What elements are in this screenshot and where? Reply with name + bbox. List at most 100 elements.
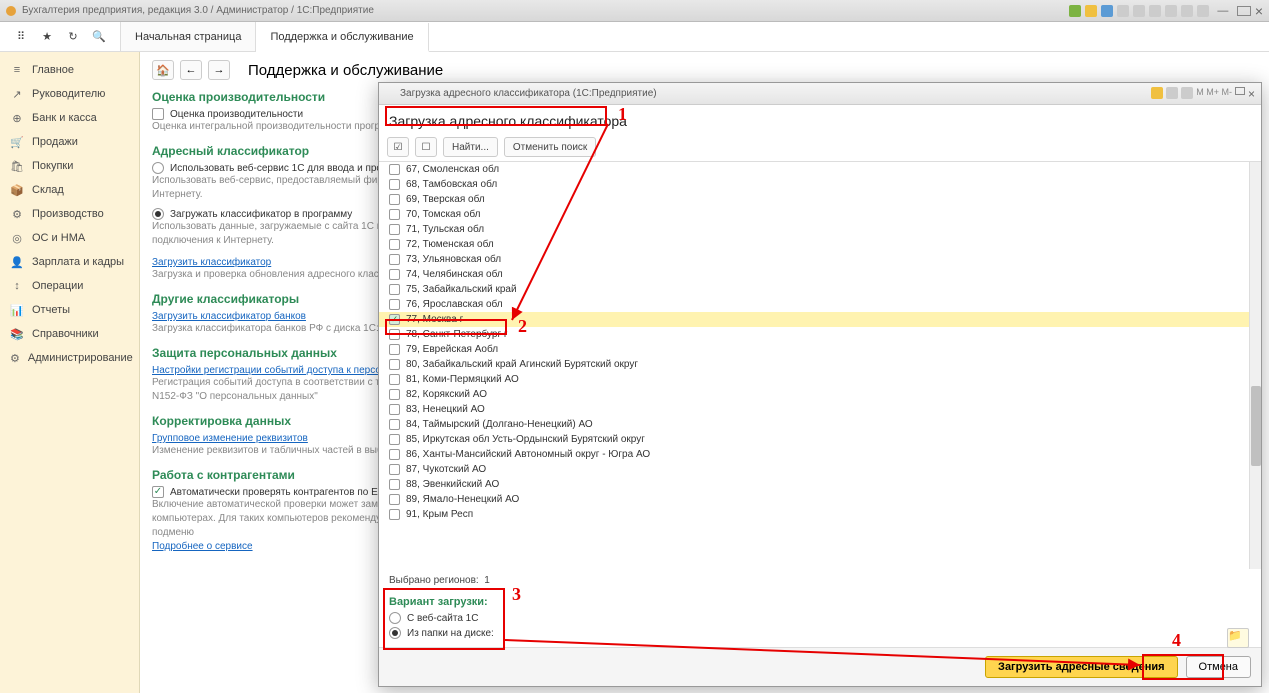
region-row[interactable]: 75, Забайкальский край <box>379 282 1261 297</box>
find-button[interactable]: Найти... <box>443 137 498 157</box>
load-addresses-button[interactable]: Загрузить адресные сведения <box>985 656 1177 678</box>
region-row[interactable]: 74, Челябинская обл <box>379 267 1261 282</box>
region-checkbox[interactable] <box>389 239 400 250</box>
uncheck-all-button[interactable]: ☐ <box>415 137 437 157</box>
region-checkbox[interactable] <box>389 254 400 265</box>
sidebar-item-3[interactable]: 🛒Продажи <box>0 130 139 154</box>
sidebar-item-1[interactable]: ↗Руководителю <box>0 82 139 106</box>
region-row[interactable]: 88, Эвенкийский АО <box>379 477 1261 492</box>
cancel-search-button[interactable]: Отменить поиск <box>504 137 596 157</box>
region-row[interactable]: 86, Ханты-Мансийский Автономный округ - … <box>379 447 1261 462</box>
region-checkbox[interactable] <box>389 434 400 445</box>
addr-radio-load[interactable] <box>152 208 164 220</box>
region-row[interactable]: 77, Москва г <box>379 312 1261 327</box>
apps-icon[interactable]: ⠿ <box>12 28 30 46</box>
variant-radio-disk[interactable] <box>389 627 401 639</box>
sidebar-item-8[interactable]: 👤Зарплата и кадры <box>0 250 139 274</box>
region-checkbox[interactable] <box>389 329 400 340</box>
region-row[interactable]: 89, Ямало-Ненецкий АО <box>379 492 1261 507</box>
addr-radio-load-label: Загружать классификатор в программу <box>170 209 352 220</box>
region-row[interactable]: 91, Крым Респ <box>379 507 1261 522</box>
sidebar-item-5[interactable]: 📦 Склад <box>0 178 139 202</box>
region-checkbox[interactable] <box>389 284 400 295</box>
region-row[interactable]: 67, Смоленская обл <box>379 162 1261 177</box>
region-row[interactable]: 72, Тюменская обл <box>379 237 1261 252</box>
region-checkbox[interactable] <box>389 494 400 505</box>
auto-check-checkbox[interactable] <box>152 486 164 498</box>
search-icon[interactable]: 🔍 <box>90 28 108 46</box>
region-checkbox[interactable] <box>389 224 400 235</box>
check-all-button[interactable]: ☑ <box>387 137 409 157</box>
region-label: 77, Москва г <box>406 314 463 325</box>
region-row[interactable]: 85, Иркутская обл Усть-Ордынский Бурятск… <box>379 432 1261 447</box>
browse-folder-button[interactable]: 📁 <box>1227 628 1249 648</box>
perf-checkbox[interactable] <box>152 108 164 120</box>
region-row[interactable]: 76, Ярославская обл <box>379 297 1261 312</box>
region-label: 86, Ханты-Мансийский Автономный округ - … <box>406 449 650 460</box>
region-row[interactable]: 79, Еврейская Аобл <box>379 342 1261 357</box>
sidebar-item-10[interactable]: 📊Отчеты <box>0 298 139 322</box>
region-checkbox[interactable] <box>389 179 400 190</box>
region-row[interactable]: 78, Санкт-Петербург г <box>379 327 1261 342</box>
region-checkbox[interactable] <box>389 164 400 175</box>
region-checkbox[interactable] <box>389 389 400 400</box>
forward-button[interactable]: → <box>208 60 230 80</box>
sidebar-item-4[interactable]: 🛍Покупки <box>0 154 139 178</box>
tab-support[interactable]: Поддержка и обслуживание <box>256 23 428 52</box>
sidebar-item-9[interactable]: ↕Операции <box>0 274 139 298</box>
region-checkbox[interactable] <box>389 419 400 430</box>
history-icon[interactable]: ↻ <box>64 28 82 46</box>
region-label: 84, Таймырский (Долгано-Ненецкий) АО <box>406 419 593 430</box>
sidebar-item-0[interactable]: ≡Главное <box>0 58 139 82</box>
modal-titlebar: Загрузка адресного классификатора (1С:Пр… <box>379 83 1261 105</box>
region-row[interactable]: 81, Коми-Пермяцкий АО <box>379 372 1261 387</box>
region-row[interactable]: 73, Ульяновская обл <box>379 252 1261 267</box>
region-checkbox[interactable] <box>389 299 400 310</box>
sidebar-item-11[interactable]: 📚Справочники <box>0 322 139 346</box>
region-checkbox[interactable] <box>389 359 400 370</box>
app-icon <box>6 6 16 16</box>
sidebar-icon: 📦 <box>10 183 24 197</box>
region-list[interactable]: 67, Смоленская обл68, Тамбовская обл69, … <box>379 162 1261 569</box>
region-checkbox[interactable] <box>389 209 400 220</box>
scrollbar[interactable] <box>1249 162 1261 569</box>
back-button[interactable]: ← <box>180 60 202 80</box>
region-row[interactable]: 68, Тамбовская обл <box>379 177 1261 192</box>
region-checkbox[interactable] <box>389 509 400 520</box>
star-icon[interactable]: ★ <box>38 28 56 46</box>
region-checkbox[interactable] <box>389 344 400 355</box>
sidebar-item-12[interactable]: ⚙Администрирование <box>0 346 139 370</box>
region-row[interactable]: 80, Забайкальский край Агинский Бурятски… <box>379 357 1261 372</box>
scrollbar-thumb[interactable] <box>1251 386 1261 466</box>
region-checkbox[interactable] <box>389 464 400 475</box>
region-checkbox[interactable] <box>389 404 400 415</box>
load-banks-link[interactable]: Загрузить классификатор банков <box>152 311 306 322</box>
region-checkbox[interactable] <box>389 449 400 460</box>
region-row[interactable]: 82, Корякский АО <box>379 387 1261 402</box>
region-checkbox[interactable] <box>389 374 400 385</box>
cancel-button[interactable]: Отмена <box>1186 656 1251 678</box>
region-row[interactable]: 83, Ненецкий АО <box>379 402 1261 417</box>
sidebar-label: Склад <box>32 184 64 196</box>
region-checkbox[interactable] <box>389 269 400 280</box>
region-row[interactable]: 84, Таймырский (Долгано-Ненецкий) АО <box>379 417 1261 432</box>
sidebar-label: Руководителю <box>32 88 105 100</box>
region-row[interactable]: 69, Тверская обл <box>379 192 1261 207</box>
sidebar-item-6[interactable]: ⚙Производство <box>0 202 139 226</box>
addr-radio-web[interactable] <box>152 162 164 174</box>
sidebar-icon: 🛍 <box>10 159 24 173</box>
region-checkbox[interactable] <box>389 194 400 205</box>
home-icon[interactable]: 🏠 <box>152 60 174 80</box>
load-classifier-link[interactable]: Загрузить классификатор <box>152 257 271 268</box>
region-row[interactable]: 71, Тульская обл <box>379 222 1261 237</box>
tab-home[interactable]: Начальная страница <box>121 22 256 51</box>
variant-radio-web[interactable] <box>389 612 401 624</box>
region-row[interactable]: 70, Томская обл <box>379 207 1261 222</box>
service-details-link[interactable]: Подробнее о сервисе <box>152 541 253 552</box>
region-checkbox[interactable] <box>389 314 400 325</box>
group-edit-link[interactable]: Групповое изменение реквизитов <box>152 433 308 444</box>
sidebar-item-2[interactable]: ⊕Банк и касса <box>0 106 139 130</box>
sidebar-item-7[interactable]: ◎ОС и НМА <box>0 226 139 250</box>
region-row[interactable]: 87, Чукотский АО <box>379 462 1261 477</box>
region-checkbox[interactable] <box>389 479 400 490</box>
